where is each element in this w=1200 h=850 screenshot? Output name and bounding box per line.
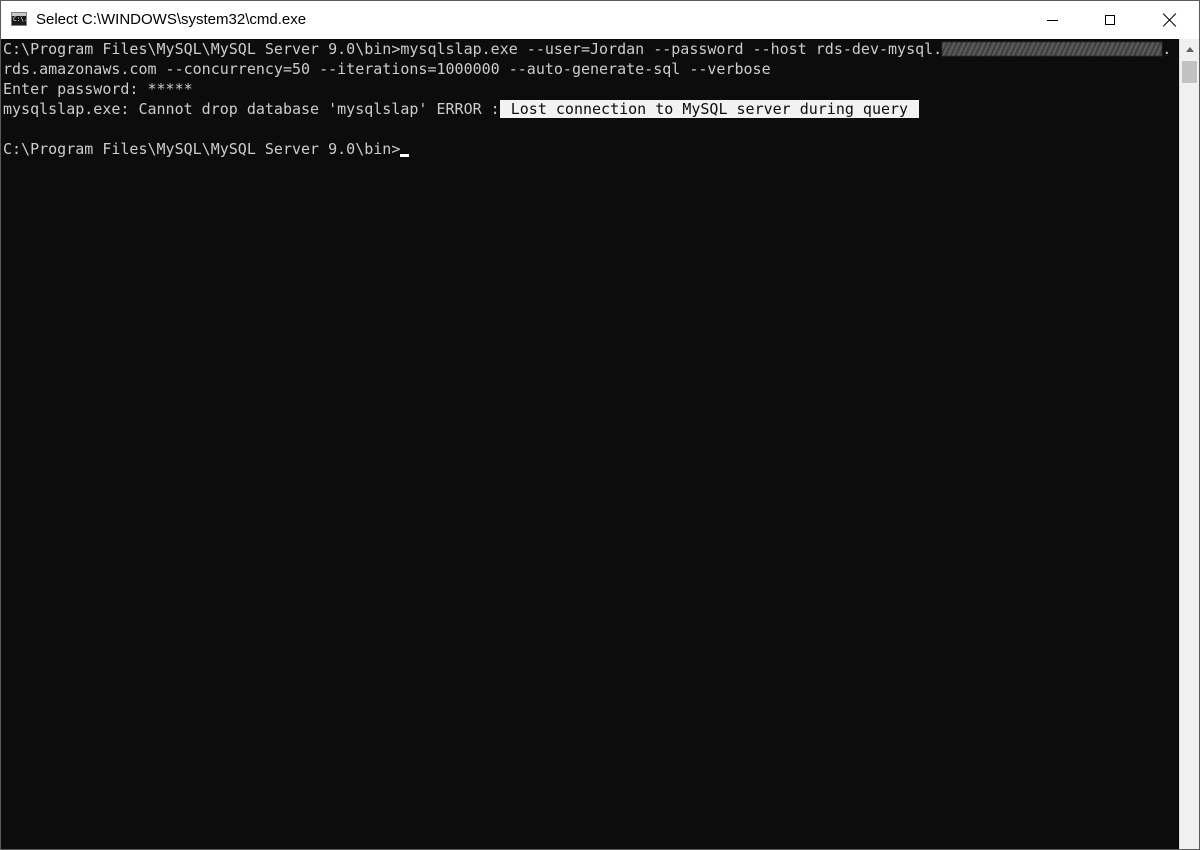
error-text: mysqlslap.exe: Cannot drop database 'mys… [3,100,500,118]
command-text-suffix: . [1162,40,1172,58]
icon-glyph: C:\. [13,16,28,23]
scroll-up-arrow-icon [1185,46,1194,52]
console-line-error: mysqlslap.exe: Cannot drop database 'mys… [3,99,920,119]
console-output[interactable]: C:\Program Files\MySQL\MySQL Server 9.0\… [1,39,1179,849]
window-title: Select C:\WINDOWS\system32\cmd.exe [36,11,307,28]
close-button[interactable] [1141,1,1199,39]
minimize-icon [1046,19,1058,21]
prompt-text: C:\Program Files\MySQL\MySQL Server 9.0\… [3,140,401,158]
command-text: C:\Program Files\MySQL\MySQL Server 9.0\… [3,40,943,58]
maximize-icon [1105,15,1115,25]
vertical-scrollbar[interactable] [1179,39,1199,849]
redacted-hostname [942,42,1163,56]
close-icon [1163,13,1177,27]
text-cursor [400,154,410,157]
console-line-command: C:\Program Files\MySQL\MySQL Server 9.0\… [3,39,1171,59]
scrollbar-thumb[interactable] [1182,61,1197,83]
cmd-app-icon[interactable]: C:\. [11,12,27,26]
minimize-button[interactable] [1023,1,1081,39]
selected-error-text[interactable]: Lost connection to MySQL server during q… [499,100,920,118]
maximize-button[interactable] [1081,1,1139,39]
console-line-prompt: C:\Program Files\MySQL\MySQL Server 9.0\… [3,139,410,159]
scroll-up-button[interactable] [1180,39,1199,59]
console-line-password: Enter password: ***** [3,80,193,98]
cmd-window: C:\. Select C:\WINDOWS\system32\cmd.exe … [0,0,1200,850]
console-line-command-continued: rds.amazonaws.com --concurrency=50 --ite… [3,60,771,78]
title-bar[interactable]: C:\. Select C:\WINDOWS\system32\cmd.exe [1,1,1199,39]
